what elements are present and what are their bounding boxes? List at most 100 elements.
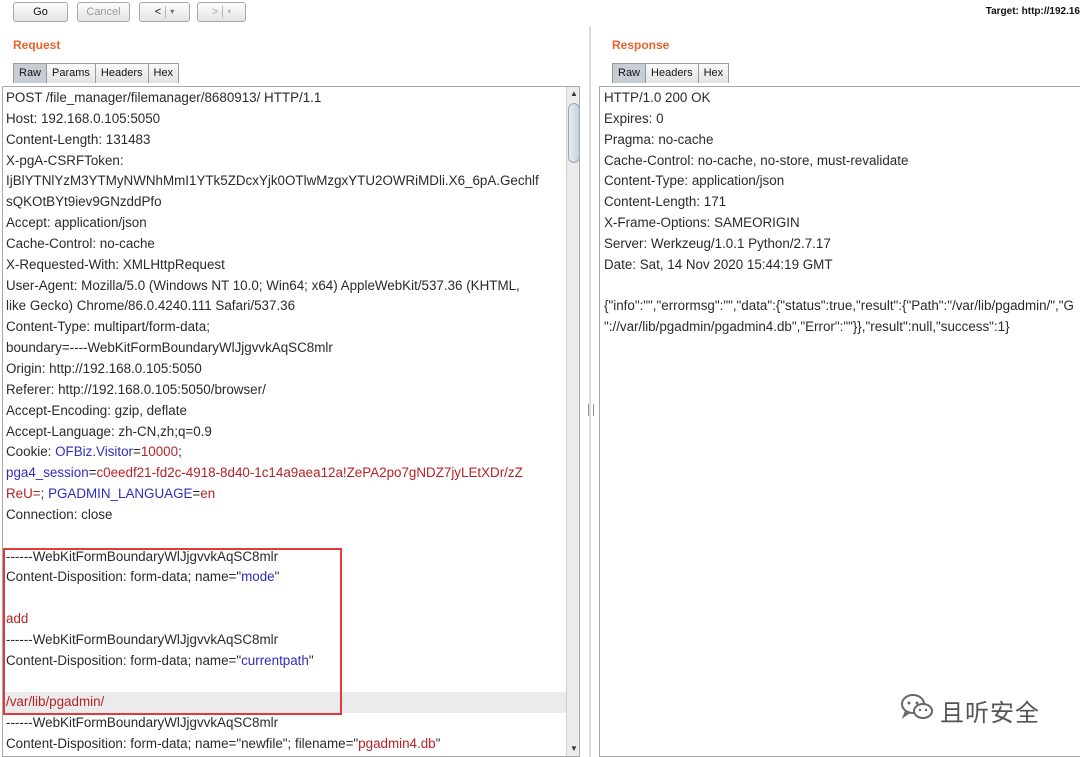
request-text: POST /file_manager/filemanager/8680913/ … (6, 90, 322, 105)
request-text: Accept: application/json (6, 215, 147, 231)
response-line: Content-Length: 171 (604, 194, 727, 210)
request-line (6, 526, 566, 547)
request-line: sQKOtBYt9iev9GNzddPfo (6, 192, 566, 213)
request-line: Content-Disposition: form-data; name="ne… (6, 734, 566, 755)
param-name: PGADMIN_LANGUAGE (48, 486, 193, 502)
response-line: Date: Sat, 14 Nov 2020 15:44:19 GMT (604, 256, 833, 272)
watermark-text: 且听安全 (940, 700, 1040, 727)
request-text: like Gecko) Chrome/86.0.4240.111 Safari/… (6, 298, 296, 314)
scroll-down-icon[interactable]: ▼ (567, 742, 579, 756)
request-text: = (133, 444, 141, 460)
response-line: Server: Werkzeug/1.0.1 Python/2.7.17 (604, 235, 831, 251)
back-arrow-icon: < (154, 6, 162, 18)
request-text: Content-Length: 131483 (6, 131, 151, 147)
request-line: X-pgA-CSRFToken: (6, 151, 566, 172)
request-text: Cache-Control: no-cache (6, 235, 155, 251)
response-lines: HTTP/1.0 200 OK Expires: 0 Pragma: no-cach… (604, 88, 1074, 338)
request-text: Content-Type: multipart/form-data; (6, 319, 210, 335)
response-line: Pragma: no-cache (604, 131, 714, 147)
tab-hex[interactable]: Hex (147, 63, 180, 83)
request-text: Accept-Language: zh-CN,zh;q=0.9 (6, 423, 212, 439)
scroll-up-icon[interactable]: ▲ (567, 87, 579, 101)
button-separator (165, 6, 167, 18)
param-name: pga4_session (6, 465, 89, 481)
request-line: boundary=----WebKitFormBoundaryWlJjgvvkA… (6, 338, 566, 359)
request-line: Cookie: OFBiz.Visitor=10000; (6, 442, 566, 463)
cancel-button[interactable]: Cancel (77, 2, 130, 22)
request-line: Referer: http://192.168.0.105:5050/brows… (6, 380, 566, 401)
response-title: Response (612, 38, 670, 52)
watermark: 且听安全 (900, 692, 1040, 729)
param-value: ReU= (6, 486, 41, 502)
response-editor[interactable]: HTTP/1.0 200 OK Expires: 0 Pragma: no-cach… (599, 86, 1080, 757)
request-line: Accept-Language: zh-CN,zh;q=0.9 (6, 422, 566, 443)
highlight-box (3, 548, 342, 715)
tab-raw[interactable]: Raw (13, 63, 48, 83)
request-line: Content-Type: multipart/form-data; (6, 317, 566, 338)
tab-headers[interactable]: Headers (94, 63, 149, 83)
pane-splitter[interactable] (589, 26, 591, 757)
response-line: Cache-Control: no-cache, no-store, must-… (604, 152, 909, 168)
response-line: {"info":"","errormsg":"","data":{"status… (604, 298, 1074, 314)
param-value: pgadmin4.db (358, 736, 436, 752)
go-button[interactable]: Go (13, 2, 68, 22)
request-line: Accept-Encoding: gzip, deflate (6, 401, 566, 422)
request-line: Host: 192.168.0.105:5050 (6, 109, 566, 130)
request-line: ------WebKitFormBoundaryWlJjgvvkAqSC8mlr (6, 713, 566, 734)
request-line: like Gecko) Chrome/86.0.4240.111 Safari/… (6, 296, 566, 317)
request-line: Accept: application/json (6, 213, 566, 234)
request-line: X-Requested-With: XMLHttpRequest (6, 255, 566, 276)
forward-arrow-icon: > (211, 6, 219, 18)
request-line: User-Agent: Mozilla/5.0 (Windows NT 10.0… (6, 276, 566, 297)
request-text: ; (178, 444, 182, 460)
button-separator (222, 6, 224, 18)
request-text: ------WebKitFormBoundaryWlJjgvvkAqSC8mlr (6, 715, 279, 731)
response-line: "://var/lib/pgadmin/pgadmin4.db","Error"… (604, 319, 1010, 335)
param-value: c0eedf21-fd2c-4918-8d40-1c14a9aea12a!ZeP… (96, 465, 523, 481)
request-text: Content-Disposition: form-data; name="ne… (6, 736, 359, 752)
request-line: Connection: close (6, 505, 566, 526)
response-line: Content-Type: application/json (604, 173, 785, 189)
param-value: 10000 (140, 444, 179, 460)
request-text: User-Agent: Mozilla/5.0 (Windows NT 10.0… (6, 277, 520, 293)
vertical-scrollbar[interactable]: ▲ ▼ (566, 87, 579, 756)
request-text: Referer: http://192.168.0.105:5050/brows… (6, 381, 266, 397)
request-text: boundary=----WebKitFormBoundaryWlJjgvvkA… (6, 340, 333, 356)
request-line: Content-Length: 131483 (6, 130, 566, 151)
param-value: en (200, 486, 216, 502)
request-text: Accept-Encoding: gzip, deflate (6, 402, 187, 418)
tab-raw[interactable]: Raw (612, 63, 647, 83)
request-text: " (435, 736, 441, 752)
toolbar: Go Cancel < ▾ > ▾ Target: http://192.16 (0, 0, 1080, 26)
request-line: POST /file_manager/filemanager/8680913/ … (6, 88, 566, 109)
tab-params[interactable]: Params (46, 63, 96, 83)
request-line: Origin: http://192.168.0.105:5050 (6, 359, 566, 380)
request-text: IjBlYTNlYzM3YTMyNWNhMmI1YTk5ZDcxYjk0OTlw… (6, 173, 539, 189)
param-name: OFBiz.Visitor (55, 444, 134, 460)
request-line: IjBlYTNlYzM3YTMyNWNhMmI1YTk5ZDcxYjk0OTlw… (6, 171, 566, 192)
wechat-icon (900, 692, 934, 729)
request-line: Cache-Control: no-cache (6, 234, 566, 255)
request-line: pga4_session=c0eedf21-fd2c-4918-8d40-1c1… (6, 463, 566, 484)
forward-button[interactable]: > ▾ (197, 2, 246, 22)
request-line: ReU=; PGADMIN_LANGUAGE=en (6, 484, 566, 505)
tab-hex[interactable]: Hex (697, 63, 730, 83)
chevron-down-icon[interactable]: ▾ (170, 3, 174, 21)
target-label: Target: http://192.16 (985, 6, 1080, 17)
scroll-thumb[interactable] (568, 103, 579, 163)
splitter-grip-icon[interactable] (588, 404, 594, 416)
tab-headers[interactable]: Headers (645, 63, 699, 83)
back-button[interactable]: < ▾ (139, 2, 190, 22)
request-text: X-pgA-CSRFToken: (6, 152, 124, 168)
request-text: sQKOtBYt9iev9GNzddPfo (6, 194, 162, 210)
response-line: HTTP/1.0 200 OK (604, 90, 711, 105)
request-text: Origin: http://192.168.0.105:5050 (6, 360, 202, 376)
request-text: Host: 192.168.0.105:5050 (6, 110, 161, 126)
response-line: X-Frame-Options: SAMEORIGIN (604, 215, 800, 231)
chevron-down-icon[interactable]: ▾ (227, 3, 231, 21)
request-tabs: Raw Params Headers Hex (13, 63, 180, 83)
request-text: Cookie: (6, 444, 56, 460)
response-tabs: Raw Headers Hex (612, 63, 730, 83)
request-title: Request (13, 38, 61, 52)
response-line: Expires: 0 (604, 110, 664, 126)
